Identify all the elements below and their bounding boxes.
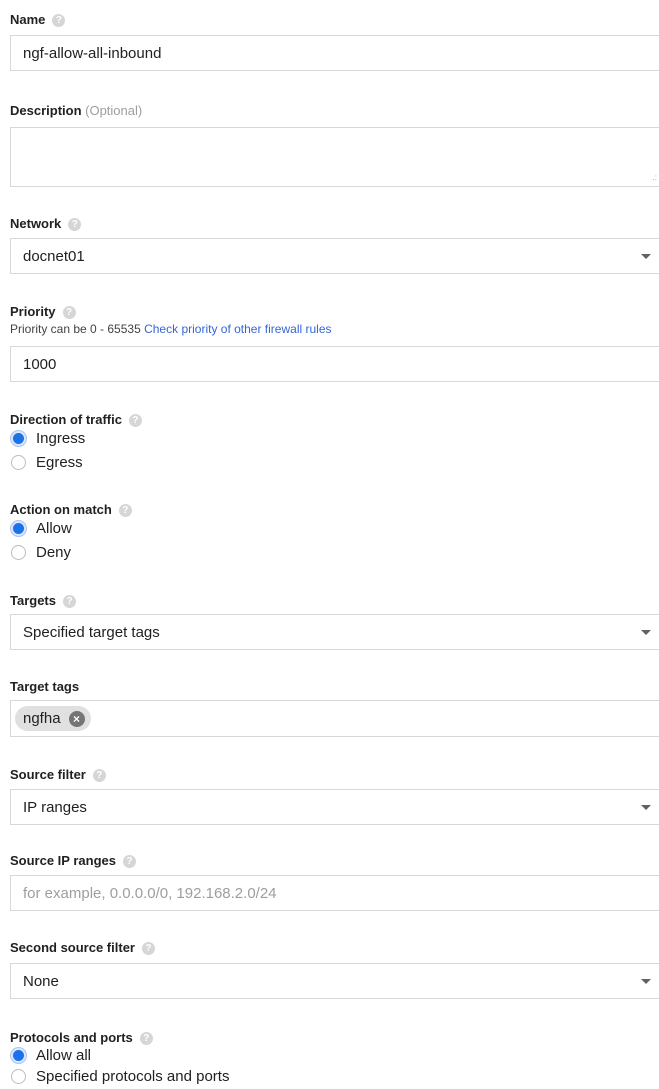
resize-handle-icon[interactable]: .: (653, 173, 657, 182)
radio-ingress[interactable]: Ingress (11, 428, 85, 448)
name-label: Name? (10, 12, 66, 27)
name-input-value: ngf-allow-all-inbound (23, 45, 162, 62)
tag-chip[interactable]: ngfha × (15, 706, 91, 731)
chevron-down-icon (641, 630, 651, 635)
target-tags-input[interactable]: ngfha × (10, 700, 659, 737)
source-ip-ranges-input[interactable]: for example, 0.0.0.0/0, 192.168.2.0/24 (10, 875, 659, 911)
radio-button[interactable] (11, 1068, 26, 1084)
radio-button-selected[interactable] (11, 1047, 26, 1063)
radio-button-selected[interactable] (11, 520, 26, 536)
help-icon[interactable]: ? (118, 504, 132, 517)
protocols-label: Protocols and ports? (10, 1030, 153, 1045)
radio-egress[interactable]: Egress (11, 452, 83, 472)
name-input[interactable]: ngf-allow-all-inbound (10, 35, 659, 71)
help-icon[interactable]: ? (92, 769, 106, 782)
radio-label: Allow (36, 519, 72, 537)
radio-allow[interactable]: Allow (11, 518, 72, 538)
action-label: Action on match? (10, 502, 132, 517)
help-icon[interactable]: ? (63, 595, 76, 608)
source-ip-ranges-placeholder: for example, 0.0.0.0/0, 192.168.2.0/24 (23, 885, 277, 902)
targets-label: Targets? (10, 593, 76, 608)
radio-label: Deny (36, 543, 72, 561)
network-select[interactable]: docnet01 (10, 238, 659, 274)
network-label: Network? (10, 216, 82, 231)
source-filter-select-value: IP ranges (23, 799, 87, 816)
radio-deny[interactable]: Deny (11, 542, 71, 562)
radio-button[interactable] (11, 544, 26, 560)
chevron-down-icon (641, 805, 651, 810)
priority-hint: Priority can be 0 - 65535 Check priority… (10, 322, 332, 336)
close-circle-icon[interactable]: × (68, 710, 85, 727)
priority-input-value: 1000 (23, 356, 57, 373)
target-tags-label: Target tags (10, 679, 80, 694)
help-icon[interactable]: ? (62, 306, 76, 319)
radio-button[interactable] (11, 454, 26, 470)
priority-input[interactable]: 1000 (10, 346, 659, 382)
priority-label: Priority? (10, 304, 76, 319)
source-filter-select[interactable]: IP ranges (10, 789, 659, 825)
radio-allow-all[interactable]: Allow all (11, 1045, 91, 1065)
radio-specified-protocols[interactable]: Specified protocols and ports (11, 1066, 229, 1086)
network-select-value: docnet01 (23, 248, 85, 265)
check-priority-link[interactable]: Check priority of other firewall rules (144, 322, 331, 336)
help-icon[interactable]: ? (141, 942, 155, 955)
description-label: Description (Optional) (10, 103, 143, 118)
help-icon[interactable]: ? (128, 414, 142, 427)
help-icon[interactable]: ? (139, 1032, 153, 1045)
source-ip-ranges-label: Source IP ranges? (10, 853, 136, 868)
radio-label: Specified protocols and ports (36, 1067, 230, 1085)
targets-select-value: Specified target tags (23, 624, 160, 641)
tag-chip-label: ngfha (23, 710, 61, 727)
help-icon[interactable]: ? (52, 14, 66, 27)
direction-label: Direction of traffic? (10, 412, 142, 427)
chevron-down-icon (641, 254, 651, 259)
second-source-filter-select[interactable]: None (10, 963, 659, 999)
targets-select[interactable]: Specified target tags (10, 614, 659, 650)
help-icon[interactable]: ? (122, 855, 136, 868)
second-source-filter-label: Second source filter? (10, 940, 155, 955)
radio-label: Egress (36, 453, 83, 471)
radio-label: Allow all (36, 1046, 92, 1064)
source-filter-label: Source filter? (10, 767, 106, 782)
help-icon[interactable]: ? (68, 218, 82, 231)
radio-label: Ingress (36, 429, 86, 447)
description-textarea[interactable]: .: (10, 127, 659, 187)
second-source-filter-select-value: None (23, 973, 59, 990)
chevron-down-icon (641, 979, 651, 984)
radio-button-selected[interactable] (11, 430, 26, 446)
